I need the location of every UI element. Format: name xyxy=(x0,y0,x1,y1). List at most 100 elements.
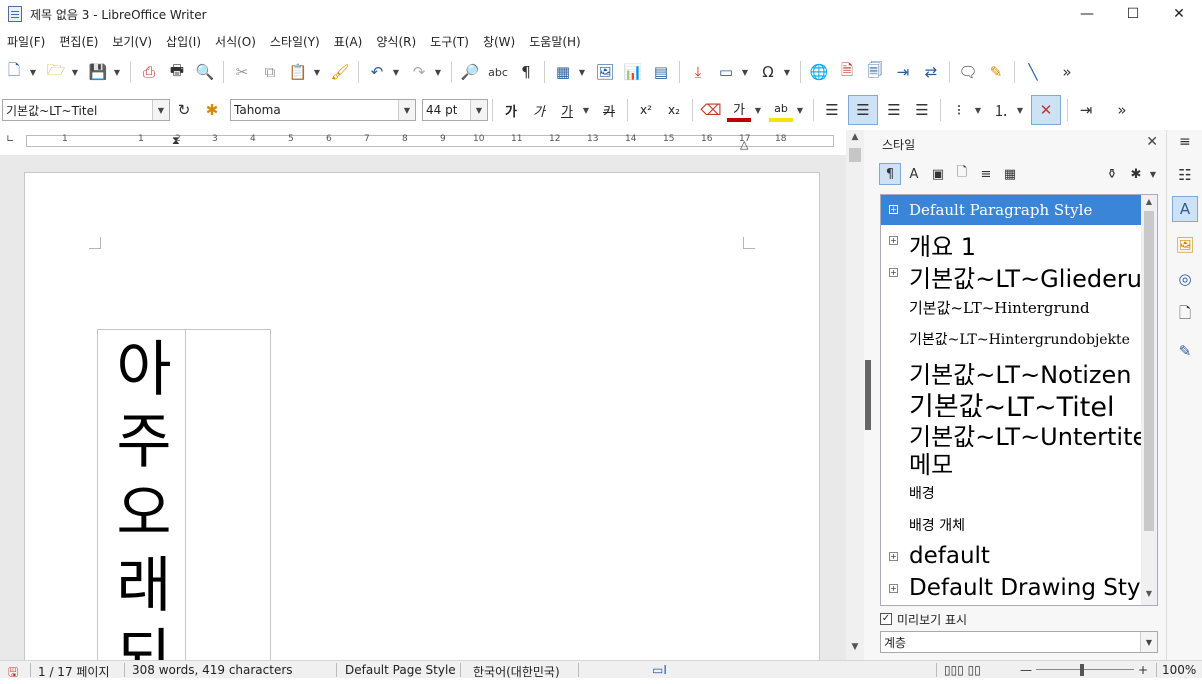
scrollbar-thumb[interactable] xyxy=(849,148,861,162)
navigator-icon[interactable]: ◎ xyxy=(1172,266,1198,292)
horizontal-ruler[interactable]: ∟ ⧗ △ 1 1 2 3 4 5 6 7 8 9 10 11 12 13 14… xyxy=(0,130,846,154)
menu-form[interactable]: 양식(R) xyxy=(369,33,423,50)
list-item[interactable]: + 개요 1 xyxy=(881,225,1141,257)
menu-window[interactable]: 창(W) xyxy=(476,33,522,50)
tab-stop-icon[interactable]: ∟ xyxy=(6,134,14,145)
language-status[interactable]: 한국어(대한민국) xyxy=(473,663,560,680)
highlight-dropdown-icon[interactable]: ▼ xyxy=(795,106,805,115)
minimize-button[interactable]: — xyxy=(1064,0,1110,28)
footnote-icon[interactable]: 🗎 xyxy=(835,60,859,84)
page-deck-icon[interactable]: 🗋 xyxy=(1172,302,1198,328)
toolbar2-overflow-icon[interactable]: » xyxy=(1110,98,1134,122)
align-center-icon[interactable]: ☰ xyxy=(848,95,878,125)
print-preview-icon[interactable]: 🔍 xyxy=(193,60,217,84)
chevron-down-icon[interactable]: ▼ xyxy=(470,100,487,120)
menu-edit[interactable]: 편집(E) xyxy=(52,33,105,50)
align-left-icon[interactable]: ☰ xyxy=(820,98,844,122)
menu-tools[interactable]: 도구(T) xyxy=(423,33,476,50)
new-dropdown-icon[interactable]: ▼ xyxy=(28,68,38,77)
open-dropdown-icon[interactable]: ▼ xyxy=(70,68,80,77)
checkbox-check-icon[interactable]: ✓ xyxy=(880,613,892,625)
expand-icon[interactable]: + xyxy=(889,205,898,214)
insert-textbox-icon[interactable]: ▤ xyxy=(649,60,673,84)
document-canvas[interactable]: 아 주 오 래 되 xyxy=(0,155,846,660)
zoom-slider-track[interactable] xyxy=(1036,669,1134,670)
formatting-marks-icon[interactable]: ¶ xyxy=(514,60,538,84)
find-replace-icon[interactable]: 🔎 xyxy=(458,60,482,84)
redo-icon[interactable]: ↷ xyxy=(407,60,431,84)
comment-icon[interactable]: 🗨 xyxy=(956,60,980,84)
list-item[interactable]: 배경 xyxy=(881,477,1141,509)
update-style-icon[interactable]: ↻ xyxy=(172,98,196,122)
document-scrollbar[interactable]: ▲ ▼ xyxy=(846,130,864,660)
redo-dropdown-icon[interactable]: ▼ xyxy=(433,68,443,77)
numbered-list-icon[interactable]: ⒈ xyxy=(989,98,1013,122)
document-page[interactable]: 아 주 오 래 되 xyxy=(24,172,820,660)
open-folder-icon[interactable]: 🗁 xyxy=(44,60,68,84)
field-dropdown-icon[interactable]: ▼ xyxy=(740,68,750,77)
expand-icon[interactable]: + xyxy=(889,552,898,561)
insert-image-icon[interactable]: 🖼 xyxy=(593,60,617,84)
font-color-button[interactable]: 가 xyxy=(727,98,751,122)
numbered-dropdown-icon[interactable]: ▼ xyxy=(1015,106,1025,115)
bullet-list-icon[interactable]: ⁝ xyxy=(947,98,971,122)
sidebar-menu-icon[interactable]: ≡ xyxy=(1179,134,1191,150)
scrollbar-thumb[interactable] xyxy=(1144,211,1154,531)
special-character-icon[interactable]: Ω xyxy=(756,60,780,84)
table-dropdown-icon[interactable]: ▼ xyxy=(577,68,587,77)
expand-icon[interactable]: + xyxy=(889,268,898,277)
menu-file[interactable]: 파일(F) xyxy=(0,33,52,50)
chevron-down-icon[interactable]: ▼ xyxy=(1140,632,1157,652)
word-count-status[interactable]: 308 words, 419 characters xyxy=(132,663,293,677)
special-char-dropdown-icon[interactable]: ▼ xyxy=(782,68,792,77)
expand-icon[interactable]: + xyxy=(889,584,898,593)
list-item[interactable]: 기본값~LT~Notizen xyxy=(881,353,1141,385)
font-color-dropdown-icon[interactable]: ▼ xyxy=(753,106,763,115)
list-styles-icon[interactable]: ≡ xyxy=(975,163,997,185)
list-item[interactable]: 기본값~LT~Hintergrundobjekte xyxy=(881,321,1141,353)
close-window-button[interactable]: ✕ xyxy=(1156,0,1202,28)
print-icon[interactable]: 🖶 xyxy=(165,60,189,84)
maximize-button[interactable]: ☐ xyxy=(1110,0,1156,28)
list-item[interactable]: + Default Drawing Style xyxy=(881,573,1141,605)
style-actions-icon[interactable]: ✱ xyxy=(1125,163,1147,185)
zoom-slider-thumb[interactable] xyxy=(1080,664,1084,676)
selection-mode-icon[interactable]: ▭I xyxy=(652,663,667,677)
insert-chart-icon[interactable]: 📊 xyxy=(621,60,645,84)
properties-icon[interactable]: ☷ xyxy=(1172,162,1198,188)
new-style-icon[interactable]: ✱ xyxy=(200,98,224,122)
list-item[interactable]: + Default Paragraph Style xyxy=(881,195,1141,225)
no-list-icon[interactable]: ✕ xyxy=(1031,95,1061,125)
bullet-dropdown-icon[interactable]: ▼ xyxy=(973,106,983,115)
save-icon[interactable]: 💾 xyxy=(86,60,110,84)
style-list[interactable]: + Default Paragraph Style + 개요 1 + 기본값~L… xyxy=(880,194,1158,606)
scroll-down-icon[interactable]: ▼ xyxy=(1141,589,1157,598)
fill-format-icon[interactable]: ⚱ xyxy=(1101,163,1123,185)
list-item[interactable]: 기본값~LT~Titel xyxy=(881,385,1141,417)
cut-icon[interactable]: ✂ xyxy=(230,60,254,84)
style-inspector-icon[interactable]: ✎ xyxy=(1172,338,1198,364)
insert-field-icon[interactable]: ▭ xyxy=(714,60,738,84)
track-changes-icon[interactable]: ✎ xyxy=(984,60,1008,84)
spelling-icon[interactable]: abc xyxy=(486,60,510,84)
expand-icon[interactable]: + xyxy=(889,236,898,245)
scroll-down-icon[interactable]: ▼ xyxy=(846,642,864,652)
endnote-icon[interactable]: 🗐 xyxy=(863,60,887,84)
menu-styles[interactable]: 스타일(Y) xyxy=(263,33,327,50)
font-size-box[interactable]: 44 pt ▼ xyxy=(422,99,488,121)
sidebar-close-button[interactable]: ✕ xyxy=(1146,134,1158,150)
scroll-up-icon[interactable]: ▲ xyxy=(846,132,864,142)
zoom-out-icon[interactable]: — xyxy=(1020,663,1032,677)
menu-view[interactable]: 보기(V) xyxy=(105,33,159,50)
cross-reference-icon[interactable]: ⇄ xyxy=(919,60,943,84)
underline-button[interactable]: 가 xyxy=(555,98,579,122)
undo-dropdown-icon[interactable]: ▼ xyxy=(391,68,401,77)
page-number-status[interactable]: 1 / 17 페이지 xyxy=(38,663,110,680)
page-styles-icon[interactable]: 🗋 xyxy=(951,163,973,185)
list-item[interactable]: 배경 개체 xyxy=(881,509,1141,541)
clear-formatting-icon[interactable]: ⌫ xyxy=(699,98,723,122)
paste-dropdown-icon[interactable]: ▼ xyxy=(312,68,322,77)
page-style-status[interactable]: Default Page Style xyxy=(345,663,456,677)
increase-indent-icon[interactable]: ⇥ xyxy=(1074,98,1098,122)
superscript-button[interactable]: x² xyxy=(634,98,658,122)
